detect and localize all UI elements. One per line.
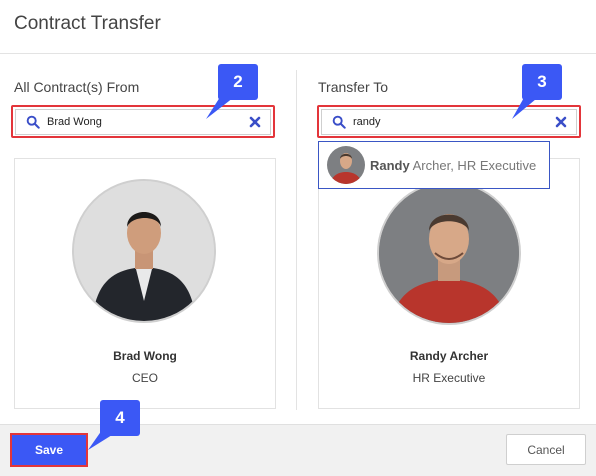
callout-badge: 3 [522,64,562,100]
callout-badge: 4 [100,400,140,436]
callout-badge: 2 [218,64,258,100]
callout-pointers [88,94,542,450]
